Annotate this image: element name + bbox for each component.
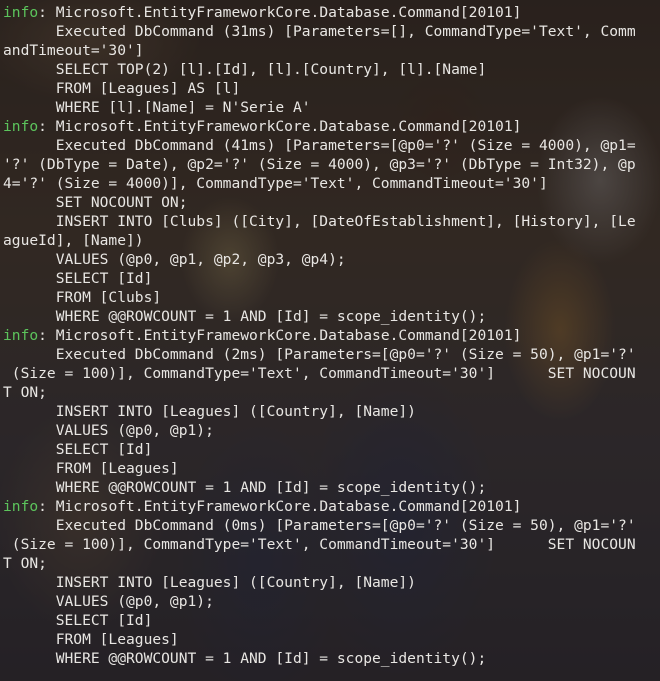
log-line: SELECT [Id] xyxy=(3,440,657,459)
log-level-tag: info xyxy=(3,327,39,344)
log-line: (Size = 100)], CommandType='Text', Comma… xyxy=(3,535,657,554)
log-line: INSERT INTO [Leagues] ([Country], [Name]… xyxy=(3,573,657,592)
log-line-text: SET NOCOUNT ON; xyxy=(3,194,188,211)
log-line: Executed DbCommand (0ms) [Parameters=[@p… xyxy=(3,516,657,535)
log-line: SELECT TOP(2) [l].[Id], [l].[Country], [… xyxy=(3,60,657,79)
log-line: agueId], [Name]) xyxy=(3,231,657,250)
log-line-text: andTimeout='30'] xyxy=(3,42,144,59)
log-line: T ON; xyxy=(3,554,657,573)
log-line: (Size = 100)], CommandType='Text', Comma… xyxy=(3,364,657,383)
log-line-text: Executed DbCommand (31ms) [Parameters=[]… xyxy=(3,23,636,40)
log-line-text: INSERT INTO [Clubs] ([City], [DateOfEsta… xyxy=(3,213,636,230)
log-line-text: : Microsoft.EntityFrameworkCore.Database… xyxy=(38,327,522,344)
terminal-window[interactable]: info: Microsoft.EntityFrameworkCore.Data… xyxy=(0,0,660,681)
log-line-text: T ON; xyxy=(3,384,47,401)
log-line-text: INSERT INTO [Leagues] ([Country], [Name]… xyxy=(3,403,416,420)
log-line: INSERT INTO [Clubs] ([City], [DateOfEsta… xyxy=(3,212,657,231)
log-line-text: '?' (DbType = Date), @p2='?' (Size = 400… xyxy=(3,156,636,173)
log-line-text: Executed DbCommand (0ms) [Parameters=[@p… xyxy=(3,517,636,534)
log-line: Executed DbCommand (31ms) [Parameters=[]… xyxy=(3,22,657,41)
log-line-text: : Microsoft.EntityFrameworkCore.Database… xyxy=(38,4,522,21)
log-line-text: WHERE @@ROWCOUNT = 1 AND [Id] = scope_id… xyxy=(3,308,487,325)
log-line-text: FROM [Leagues] xyxy=(3,631,179,648)
log-line: Executed DbCommand (41ms) [Parameters=[@… xyxy=(3,136,657,155)
log-line-text: VALUES (@p0, @p1, @p2, @p3, @p4); xyxy=(3,251,346,268)
log-line: FROM [Leagues] AS [l] xyxy=(3,79,657,98)
log-line: INSERT INTO [Leagues] ([Country], [Name]… xyxy=(3,402,657,421)
log-line-text: FROM [Leagues] xyxy=(3,460,179,477)
log-line-text: Executed DbCommand (41ms) [Parameters=[@… xyxy=(3,137,636,154)
log-line: SELECT [Id] xyxy=(3,269,657,288)
log-line: SET NOCOUNT ON; xyxy=(3,193,657,212)
log-line: WHERE @@ROWCOUNT = 1 AND [Id] = scope_id… xyxy=(3,478,657,497)
log-line-text: SELECT [Id] xyxy=(3,441,153,458)
log-line: FROM [Leagues] xyxy=(3,459,657,478)
log-line: 4='?' (Size = 4000)], CommandType='Text'… xyxy=(3,174,657,193)
log-line-text: WHERE [l].[Name] = N'Serie A' xyxy=(3,99,311,116)
log-line: WHERE [l].[Name] = N'Serie A' xyxy=(3,98,657,117)
log-line: WHERE @@ROWCOUNT = 1 AND [Id] = scope_id… xyxy=(3,307,657,326)
log-line-text: SELECT TOP(2) [l].[Id], [l].[Country], [… xyxy=(3,61,487,78)
log-line: VALUES (@p0, @p1, @p2, @p3, @p4); xyxy=(3,250,657,269)
log-line-text: SELECT [Id] xyxy=(3,270,153,287)
log-line: FROM [Leagues] xyxy=(3,630,657,649)
log-line: T ON; xyxy=(3,383,657,402)
log-line-text: VALUES (@p0, @p1); xyxy=(3,593,214,610)
log-line: WHERE @@ROWCOUNT = 1 AND [Id] = scope_id… xyxy=(3,649,657,668)
log-line: Executed DbCommand (2ms) [Parameters=[@p… xyxy=(3,345,657,364)
log-line-text: SELECT [Id] xyxy=(3,612,153,629)
log-line-text: WHERE @@ROWCOUNT = 1 AND [Id] = scope_id… xyxy=(3,479,487,496)
log-line-text: (Size = 100)], CommandType='Text', Comma… xyxy=(3,365,636,382)
log-line-text: INSERT INTO [Leagues] ([Country], [Name]… xyxy=(3,574,416,591)
log-line-text: WHERE @@ROWCOUNT = 1 AND [Id] = scope_id… xyxy=(3,650,487,667)
terminal-output: info: Microsoft.EntityFrameworkCore.Data… xyxy=(3,3,657,668)
log-line-text: : Microsoft.EntityFrameworkCore.Database… xyxy=(38,118,522,135)
log-line-text: : Microsoft.EntityFrameworkCore.Database… xyxy=(38,498,522,515)
log-line: info: Microsoft.EntityFrameworkCore.Data… xyxy=(3,497,657,516)
log-level-tag: info xyxy=(3,4,39,21)
log-line: FROM [Clubs] xyxy=(3,288,657,307)
log-line: info: Microsoft.EntityFrameworkCore.Data… xyxy=(3,326,657,345)
log-line-text: Executed DbCommand (2ms) [Parameters=[@p… xyxy=(3,346,636,363)
log-line: VALUES (@p0, @p1); xyxy=(3,421,657,440)
log-line-text: VALUES (@p0, @p1); xyxy=(3,422,214,439)
log-level-tag: info xyxy=(3,498,39,515)
log-line: info: Microsoft.EntityFrameworkCore.Data… xyxy=(3,3,657,22)
log-line-text: (Size = 100)], CommandType='Text', Comma… xyxy=(3,536,636,553)
log-line-text: FROM [Clubs] xyxy=(3,289,162,306)
log-line-text: FROM [Leagues] AS [l] xyxy=(3,80,241,97)
log-line-text: agueId], [Name]) xyxy=(3,232,144,249)
log-line: info: Microsoft.EntityFrameworkCore.Data… xyxy=(3,117,657,136)
log-line: VALUES (@p0, @p1); xyxy=(3,592,657,611)
log-line: SELECT [Id] xyxy=(3,611,657,630)
log-level-tag: info xyxy=(3,118,39,135)
log-line: '?' (DbType = Date), @p2='?' (Size = 400… xyxy=(3,155,657,174)
log-line-text: T ON; xyxy=(3,555,47,572)
log-line: andTimeout='30'] xyxy=(3,41,657,60)
log-line-text: 4='?' (Size = 4000)], CommandType='Text'… xyxy=(3,175,548,192)
